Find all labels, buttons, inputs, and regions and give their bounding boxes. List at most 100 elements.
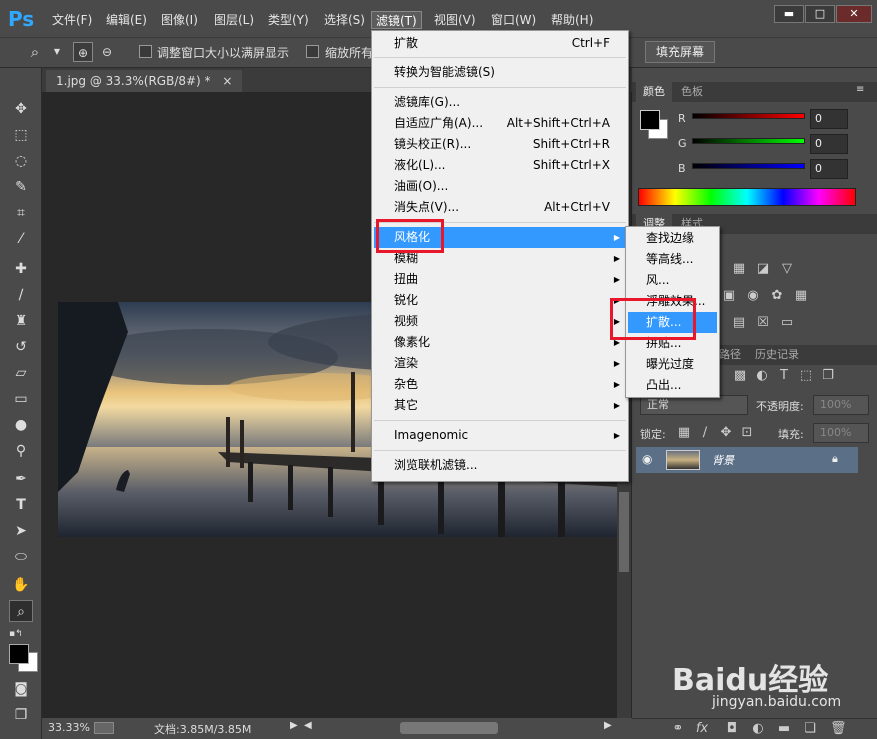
lock-brush-icon[interactable]: ∕ [697,425,713,441]
exposure-adjust-icon[interactable]: ◪ [755,261,771,277]
fill-screen-button[interactable]: 填充屏幕 [645,41,716,63]
tab-color[interactable]: 颜色 [636,82,672,102]
resize-windows-checkbox[interactable] [139,45,152,58]
menu-layer[interactable]: 图层(L) [210,11,258,29]
new-group-icon[interactable]: ▬ [776,721,792,737]
menu-item-vanishing-point[interactable]: 消失点(V)... Alt+Ctrl+V [374,197,626,218]
channel-mixer-icon[interactable]: ✿ [769,288,785,304]
color-fg-swatch[interactable] [640,110,660,130]
foreground-color-swatch[interactable] [9,644,29,664]
color-lookup-icon[interactable]: ▦ [793,288,809,304]
filter-shape-icon[interactable]: ⬚ [798,368,814,384]
curves-adjust-icon[interactable]: ▦ [731,261,747,277]
blur-tool-icon[interactable]: ● [9,414,33,436]
quick-mask-icon[interactable]: ◙ [9,678,33,700]
bw-adjust-icon[interactable]: ▣ [721,288,737,304]
zoom-tool-icon[interactable]: ⌕ [25,42,45,62]
menu-item-video[interactable]: 视频 ▶ [374,311,626,332]
menu-item-oil-paint[interactable]: 油画(O)... [374,176,626,197]
menu-image[interactable]: 图像(I) [157,11,202,29]
status-menu-icon[interactable]: ▶ [290,720,298,731]
menu-item-noise[interactable]: 杂色 ▶ [374,374,626,395]
menu-item-distort[interactable]: 扭曲 ▶ [374,269,626,290]
document-tab[interactable]: 1.jpg @ 33.3%(RGB/8#) * × [46,70,243,92]
path-select-icon[interactable]: ➤ [9,520,33,542]
brush-tool-icon[interactable]: ∕ [9,284,33,306]
add-mask-icon[interactable]: ◘ [724,721,740,737]
delete-layer-icon[interactable]: 🗑︎ [830,721,847,737]
menu-item-lens-correction[interactable]: 镜头校正(R)... Shift+Ctrl+R [374,134,626,155]
menu-edit[interactable]: 编辑(E) [102,11,151,29]
marquee-tool-icon[interactable]: ⬚ [9,124,33,146]
selective-color-icon[interactable]: ☒ [755,315,771,331]
submenu-item-contour[interactable]: 等高线... [628,249,717,270]
blue-value-field[interactable]: 0 [810,159,848,179]
eyedropper-tool-icon[interactable]: ⁄ [9,228,33,250]
dodge-tool-icon[interactable]: ⚲ [9,440,33,462]
layer-row-background[interactable]: ◉ 背景 🔒︎ [636,447,858,473]
zoom-tool-icon[interactable]: ⌕ [9,600,33,622]
menu-item-adaptive-wide[interactable]: 自适应广角(A)... Alt+Shift+Ctrl+A [374,113,626,134]
shape-tool-icon[interactable]: ⬭ [9,546,33,568]
scroll-thumb[interactable] [619,492,629,572]
horizontal-scroll-thumb[interactable] [400,722,498,734]
eraser-tool-icon[interactable]: ▱ [9,362,33,384]
menu-help[interactable]: 帮助(H) [547,11,597,29]
menu-window[interactable]: 窗口(W) [487,11,540,29]
opacity-field[interactable]: 100% [813,395,869,415]
submenu-item-wind[interactable]: 风... [628,270,717,291]
new-layer-icon[interactable]: ❏ [802,721,818,737]
menu-item-other[interactable]: 其它 ▶ [374,395,626,416]
filter-image-icon[interactable]: ▩ [732,368,748,384]
zoom-out-icon[interactable]: ⊖ [97,42,117,62]
submenu-item-solarize[interactable]: 曝光过度 [628,354,717,375]
lock-pixels-icon[interactable]: ▦ [676,425,692,441]
new-adjustment-icon[interactable]: ◐ [750,721,766,737]
lasso-tool-icon[interactable]: ◌ [9,150,33,172]
red-value-field[interactable]: 0 [810,109,848,129]
menu-item-browse-online[interactable]: 浏览联机滤镜... [374,455,626,476]
menu-item-render[interactable]: 渲染 ▶ [374,353,626,374]
menu-file[interactable]: 文件(F) [48,11,96,29]
menu-view[interactable]: 视图(V) [430,11,480,29]
menu-item-sharpen[interactable]: 锐化 ▶ [374,290,626,311]
quick-select-tool-icon[interactable]: ✎ [9,176,33,198]
submenu-item-extrude[interactable]: 凸出... [628,375,717,396]
menu-item-filter-gallery[interactable]: 滤镜库(G)... [374,92,626,113]
menu-item-convert-smart[interactable]: 转换为智能滤镜(S) [374,62,626,83]
fill-field[interactable]: 100% [813,423,869,443]
lock-all-icon[interactable]: ⊡ [739,425,755,441]
visibility-eye-icon[interactable]: ◉ [642,452,652,466]
filter-type-icon[interactable]: T [776,368,792,384]
type-tool-icon[interactable]: T [9,494,33,516]
filter-smart-icon[interactable]: ❐ [820,368,836,384]
gradient-triangle-icon[interactable]: ▽ [779,261,795,277]
menu-select[interactable]: 选择(S) [320,11,369,29]
submenu-item-find-edges[interactable]: 查找边缘 [628,228,717,249]
close-button[interactable]: ✕ [836,5,872,23]
zoom-all-checkbox[interactable] [306,45,319,58]
green-value-field[interactable]: 0 [810,134,848,154]
layer-name[interactable]: 背景 [712,452,734,468]
lock-move-icon[interactable]: ✥ [718,425,734,441]
gradient-tool-icon[interactable]: ▭ [9,388,33,410]
link-layers-icon[interactable]: ⚭ [670,721,686,737]
blue-slider[interactable] [692,163,805,169]
pen-tool-icon[interactable]: ✒ [9,468,33,490]
menu-item-last-filter[interactable]: 扩散 Ctrl+F [374,33,626,54]
color-spectrum[interactable] [638,188,856,206]
hand-tool-icon[interactable]: ✋ [9,574,33,596]
minimize-button[interactable]: ▬ [774,5,804,23]
gradient-map-icon[interactable]: ▭ [779,315,795,331]
red-slider[interactable] [692,113,805,119]
green-slider[interactable] [692,138,805,144]
zoom-level[interactable]: 33.33% [48,721,90,734]
filter-adjust-icon[interactable]: ◐ [754,368,770,384]
blend-mode-select[interactable]: 正常 [640,395,748,415]
screen-mode-icon[interactable]: ❐ [9,704,33,726]
fx-icon[interactable]: fx [694,721,710,737]
preset-dropdown-icon[interactable]: ▼ [47,42,67,62]
panel-menu-icon[interactable]: ≡ [856,84,864,95]
crop-tool-icon[interactable]: ⌗ [9,202,33,224]
menu-type[interactable]: 类型(Y) [264,11,313,29]
